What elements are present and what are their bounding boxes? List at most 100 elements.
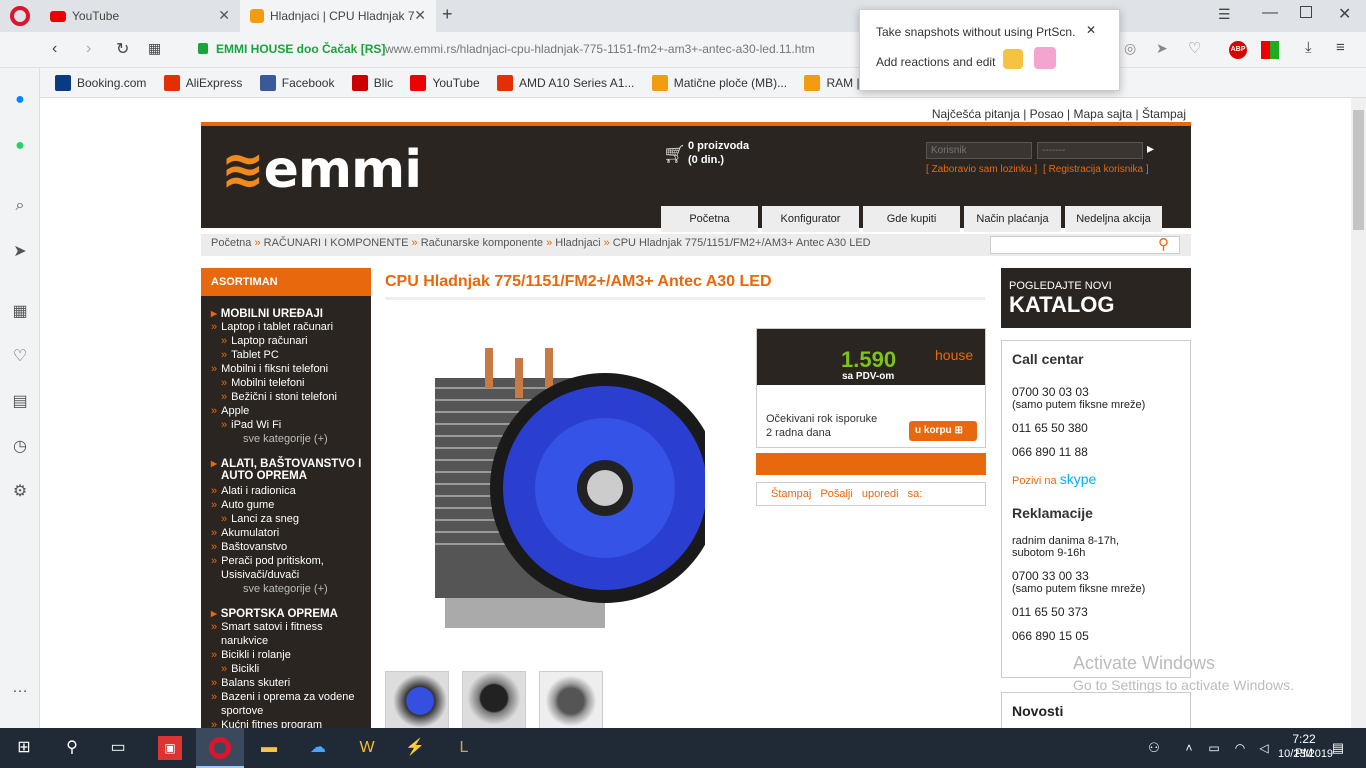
password-input[interactable] <box>1037 142 1143 159</box>
cart-count[interactable]: 0 proizvoda <box>688 140 749 152</box>
novosti-title[interactable]: Novosti <box>1001 692 1191 728</box>
thumbnail[interactable] <box>385 671 449 728</box>
list-item-cont[interactable]: narukvice <box>221 635 268 647</box>
bookmark-booking[interactable]: Booking.com <box>55 75 146 91</box>
adblock-icon[interactable]: ABP <box>1229 41 1247 59</box>
whatsapp-icon[interactable]: ● <box>10 136 30 156</box>
search-icon[interactable]: ⚲ <box>60 736 84 760</box>
camera-icon[interactable]: ◎ <box>1124 40 1136 57</box>
forward-icon[interactable]: › <box>86 40 91 58</box>
notification-icon[interactable]: ▤ <box>1326 736 1350 760</box>
list-item[interactable]: » Alati i radionica <box>211 485 296 497</box>
list-item[interactable]: » Smart satovi i fitness <box>211 621 323 633</box>
close-icon[interactable]: ✕ <box>1086 23 1096 37</box>
messenger-icon[interactable]: ● <box>10 90 30 110</box>
battery-icon[interactable]: ▭ <box>1202 736 1226 760</box>
list-item[interactable]: » Tablet PC <box>221 349 279 361</box>
skype-link[interactable]: Pozivi na skype <box>1012 471 1180 487</box>
crumb-home[interactable]: Početna <box>211 237 251 249</box>
send-icon[interactable]: ➤ <box>1156 40 1168 57</box>
nav-pocetna[interactable]: Početna <box>661 206 758 232</box>
list-item[interactable]: » Bežični i stoni telefoni <box>221 391 337 403</box>
gear-icon[interactable]: ⚙ <box>10 482 30 502</box>
list-item-cont[interactable]: sportove <box>221 705 263 717</box>
reload-icon[interactable]: ↻ <box>116 39 129 59</box>
volume-icon[interactable]: ◁ <box>1252 736 1276 760</box>
cart-icon[interactable]: 🛒︎ <box>663 144 686 165</box>
people-icon[interactable]: ⚇ <box>1142 736 1166 760</box>
news-icon[interactable]: ▤ <box>10 392 30 412</box>
top-links[interactable]: Najčešća pitanja | Posao | Mapa sajta | … <box>932 107 1186 121</box>
maximize-icon[interactable] <box>1300 6 1312 18</box>
tab-emmi[interactable]: Hladnjaci | CPU Hladnjak 77 ✕ <box>240 0 436 32</box>
bookmark-facebook[interactable]: Facebook <box>259 75 334 91</box>
thumbnail[interactable] <box>539 671 603 728</box>
list-item[interactable]: » Baštovanstvo <box>211 541 287 553</box>
close-icon[interactable]: ✕ <box>414 7 426 24</box>
nav-nacin-placanja[interactable]: Način plaćanja <box>964 206 1061 232</box>
thumbnail[interactable] <box>462 671 526 728</box>
bookmark-aliexpress[interactable]: AliExpress <box>163 75 242 91</box>
more-categories-link[interactable]: sve kategorije (+) <box>243 433 328 445</box>
crumb-hladnjaci[interactable]: Hladnjaci <box>555 237 600 249</box>
minimize-icon[interactable]: — <box>1262 4 1278 22</box>
close-window-icon[interactable]: ✕ <box>1338 4 1351 24</box>
wifi-icon[interactable]: ◠ <box>1228 736 1252 760</box>
scrollbar[interactable] <box>1351 98 1366 728</box>
back-icon[interactable]: ‹ <box>52 40 57 58</box>
folder-icon[interactable]: ▬ <box>257 736 281 760</box>
url-field[interactable]: www.emmi.rs/hladnjaci-cpu-hladnjak-775-1… <box>385 42 860 56</box>
search-icon[interactable]: ⌕ <box>10 196 30 216</box>
menu-icon[interactable]: ≡ <box>1336 39 1345 56</box>
tab-youtube[interactable]: YouTube ✕ <box>40 0 240 32</box>
clock-date[interactable]: 10/23/2019 <box>1278 748 1333 760</box>
category-heading[interactable]: ▸ ALATI, BAŠTOVANSTVO I <box>211 456 361 470</box>
add-to-cart-button[interactable]: u korpu ⊞ <box>909 421 977 441</box>
task-view-icon[interactable]: ▭ <box>106 736 130 760</box>
product-actions[interactable]: Štampaj Pošalji uporedi sa: <box>756 482 986 506</box>
league-icon[interactable]: L <box>452 736 476 760</box>
category-heading-cont[interactable]: AUTO OPREMA <box>221 470 307 482</box>
chevron-up-icon[interactable]: ˄ <box>1177 736 1201 760</box>
tab-menu-icon[interactable]: ☰ <box>1218 6 1231 23</box>
register-link[interactable]: [ Registracija korisnika ] <box>1043 164 1149 175</box>
category-heading[interactable]: ▸ SPORTSKA OPREMA <box>211 606 338 620</box>
search-icon[interactable]: ⚲ <box>1158 235 1169 253</box>
logo[interactable]: ≋emmi <box>221 140 422 200</box>
bookmark-blic[interactable]: Blic <box>351 75 393 91</box>
history-icon[interactable]: ◷ <box>10 437 30 457</box>
windows-start-icon[interactable]: ⊞ <box>12 736 36 760</box>
list-item[interactable]: » Mobilni telefoni <box>221 377 305 389</box>
bookmark-amd[interactable]: AMD A10 Series A1... <box>496 75 634 91</box>
search-input[interactable] <box>990 236 1180 254</box>
download-icon[interactable]: ⤓ <box>1305 39 1312 56</box>
warcraft-icon[interactable]: W <box>355 736 379 760</box>
forgot-link[interactable]: [ Zaboravio sam lozinku ] <box>926 164 1037 175</box>
list-item[interactable]: » Kućni fitnes program <box>211 719 322 728</box>
list-item[interactable]: » Auto gume <box>211 499 274 511</box>
crumb-subcategory[interactable]: Računarske komponente <box>421 237 543 249</box>
list-item[interactable]: » Apple <box>211 405 249 417</box>
product-image[interactable] <box>405 338 720 653</box>
list-item[interactable]: » Balans skuteri <box>211 677 290 689</box>
list-item[interactable]: » Bicikli i rolanje <box>211 649 291 661</box>
speed-dial-icon[interactable]: ▦ <box>148 40 161 57</box>
login-arrow-icon[interactable]: ▸ <box>1147 140 1154 157</box>
nav-konfigurator[interactable]: Konfigurator <box>762 206 859 232</box>
speed-dial-icon[interactable]: ▦ <box>10 302 30 322</box>
opera-logo-icon[interactable] <box>10 6 30 26</box>
site-identity[interactable]: EMMI HOUSE doo Čačak [RS] <box>216 42 385 56</box>
nav-gde-kupiti[interactable]: Gde kupiti <box>863 206 960 232</box>
close-icon[interactable]: ✕ <box>218 7 230 24</box>
more-icon[interactable]: … <box>10 678 30 698</box>
bookmark-maticne[interactable]: Matične ploče (MB)... <box>651 75 787 91</box>
store-icon[interactable]: ▣ <box>158 736 182 760</box>
list-item[interactable]: » Laptop i tablet računari <box>211 321 333 333</box>
username-input[interactable] <box>926 142 1032 159</box>
app-icon[interactable]: ⚡ <box>403 736 427 760</box>
cloud-icon[interactable]: ☁ <box>306 736 330 760</box>
list-item-cont[interactable]: Usisivači/duvači <box>221 569 299 581</box>
extension-icon[interactable] <box>1261 41 1279 59</box>
more-categories-link[interactable]: sve kategorije (+) <box>243 583 328 595</box>
list-item[interactable]: » Bazeni i oprema za vodene <box>211 691 354 703</box>
